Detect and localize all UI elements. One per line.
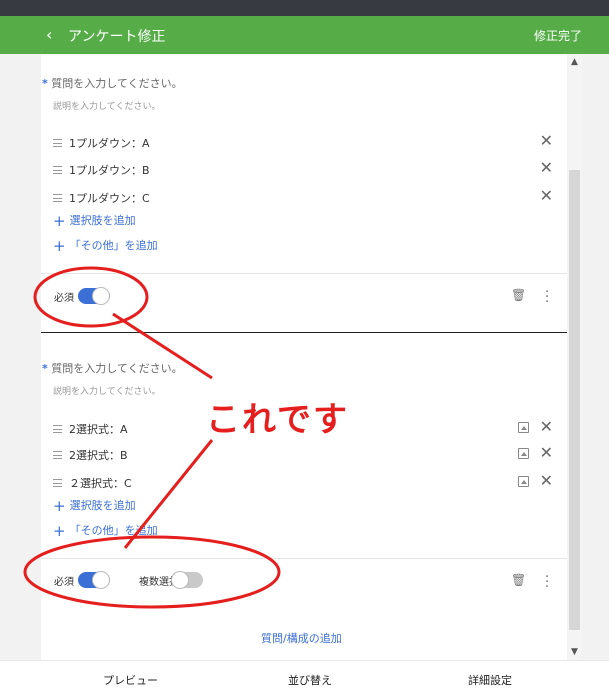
question-1-description[interactable]: 説明を入力してください。: [53, 99, 160, 112]
preview-button[interactable]: プレビュー: [103, 672, 158, 688]
multi-select-toggle[interactable]: [171, 571, 203, 589]
add-option-label: 選択肢を追加: [69, 499, 136, 512]
drag-handle-icon[interactable]: [53, 479, 62, 487]
sort-button[interactable]: 並び替え: [288, 672, 332, 688]
add-option-label: 選択肢を追加: [69, 214, 136, 227]
option-label[interactable]: ２選択式：C: [69, 475, 132, 491]
remove-icon[interactable]: ✕: [540, 443, 553, 462]
toggle-knob: [92, 287, 110, 305]
add-other-label: 「その他」を追加: [69, 524, 158, 537]
option-row: ２選択式：C ✕: [53, 471, 553, 494]
annotation-text: これです: [206, 400, 349, 440]
section-separator: [41, 332, 567, 333]
required-toggle[interactable]: [78, 287, 110, 305]
option-label[interactable]: 1プルダウン：A: [69, 135, 150, 151]
option-row: 1プルダウン：B ✕: [53, 158, 553, 181]
scroll-down-icon[interactable]: ▼: [569, 646, 580, 658]
survey-editor: * 質問を入力してください。 説明を入力してください。 1プルダウン：A ✕ 1…: [41, 54, 567, 660]
add-other-button[interactable]: + 「その他」を追加: [53, 237, 158, 255]
option-label[interactable]: 1プルダウン：C: [69, 190, 150, 206]
required-label: 必須: [54, 577, 74, 588]
trash-icon[interactable]: 🗑: [511, 288, 526, 302]
question-2-title[interactable]: * 質問を入力してください。: [42, 360, 183, 376]
image-icon[interactable]: [518, 422, 529, 433]
question-1-text: 質問を入力してください。: [51, 77, 183, 90]
divider: [41, 558, 567, 559]
drag-handle-icon[interactable]: [53, 194, 62, 202]
remove-icon[interactable]: ✕: [540, 186, 553, 205]
required-star: *: [42, 362, 48, 375]
option-label[interactable]: 1プルダウン：B: [69, 162, 150, 178]
required-label: 必須: [54, 293, 74, 304]
option-label[interactable]: 2選択式：B: [69, 447, 128, 463]
remove-icon[interactable]: ✕: [540, 417, 553, 436]
option-row: 2選択式：B ✕: [53, 443, 553, 466]
add-option-button[interactable]: + 選択肢を追加: [53, 212, 136, 230]
page-title: アンケート修正: [68, 29, 166, 45]
more-vert-icon[interactable]: · · ·: [545, 286, 549, 309]
add-other-button[interactable]: + 「その他」を追加: [53, 522, 158, 540]
finish-edit-button[interactable]: 修正完了: [534, 27, 582, 44]
back-chevron-icon[interactable]: ‹: [46, 25, 52, 44]
more-vert-icon[interactable]: · · ·: [545, 571, 549, 594]
top-strip: [0, 0, 609, 16]
drag-handle-icon[interactable]: [53, 451, 62, 459]
image-icon[interactable]: [518, 448, 529, 459]
bottom-toolbar: プレビュー 並び替え 詳細設定: [0, 660, 609, 694]
remove-icon[interactable]: ✕: [540, 471, 553, 490]
drag-handle-icon[interactable]: [53, 166, 62, 174]
trash-icon[interactable]: 🗑: [511, 573, 526, 587]
drag-handle-icon[interactable]: [53, 425, 62, 433]
question-2-description[interactable]: 説明を入力してください。: [53, 384, 160, 397]
plus-icon: +: [53, 212, 66, 230]
app-header: ‹ アンケート修正 修正完了: [0, 16, 609, 54]
detail-settings-button[interactable]: 詳細設定: [468, 672, 512, 688]
scroll-up-icon[interactable]: ▲: [569, 56, 580, 68]
drag-handle-icon[interactable]: [53, 139, 62, 147]
question-2-text: 質問を入力してください。: [51, 362, 183, 375]
required-toggle[interactable]: [78, 571, 110, 589]
option-row: 1プルダウン：C ✕: [53, 186, 553, 209]
scrollbar-thumb[interactable]: [569, 170, 580, 630]
plus-icon: +: [53, 522, 66, 540]
option-row: 1プルダウン：A ✕: [53, 131, 553, 154]
plus-icon: +: [53, 237, 66, 255]
plus-icon: +: [53, 497, 66, 515]
option-label[interactable]: 2選択式：A: [69, 421, 128, 437]
toggle-knob: [171, 571, 189, 589]
remove-icon[interactable]: ✕: [540, 131, 553, 150]
toggle-knob: [92, 571, 110, 589]
divider: [41, 273, 567, 274]
required-star: *: [42, 77, 48, 90]
image-icon[interactable]: [518, 476, 529, 487]
add-other-label: 「その他」を追加: [69, 239, 158, 252]
add-question-button[interactable]: 質問/構成の追加: [261, 630, 342, 646]
scrollbar[interactable]: ▲ ▼: [567, 54, 582, 660]
remove-icon[interactable]: ✕: [540, 158, 553, 177]
question-1-title[interactable]: * 質問を入力してください。: [42, 75, 183, 91]
add-option-button[interactable]: + 選択肢を追加: [53, 497, 136, 515]
